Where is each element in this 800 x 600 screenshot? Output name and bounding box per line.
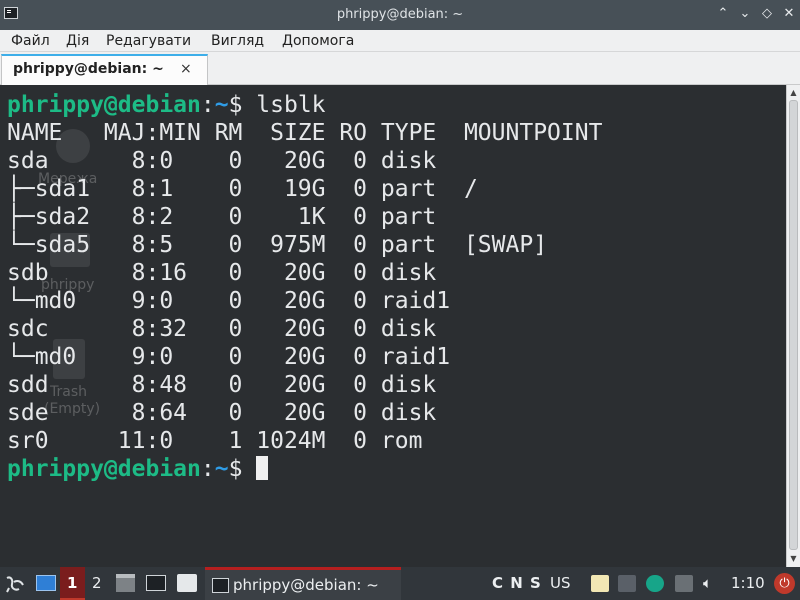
terminal-view[interactable]: Мережа phrippy Trash (Empty) phrippy@deb…	[0, 85, 786, 567]
desktop-switch-1[interactable]: 1	[60, 567, 85, 600]
output-line: sdd 8:48 0 20G 0 disk	[7, 372, 437, 398]
title-bar[interactable]: phrippy@debian: ~ ⌃ ⌄ ◇ ✕	[0, 0, 800, 30]
output-line: sde 8:64 0 20G 0 disk	[7, 400, 437, 426]
terminal-icon	[212, 578, 229, 593]
text-editor-icon[interactable]	[177, 574, 197, 592]
menu-file[interactable]: Файл	[11, 32, 50, 49]
output-line: └─sda5 8:5 0 975M 0 part [SWAP]	[7, 232, 548, 258]
prompt-path: ~	[214, 456, 229, 482]
keyboard-layout[interactable]: US	[550, 574, 571, 600]
removable-media-icon[interactable]	[675, 575, 693, 592]
menu-help[interactable]: Допомога	[282, 32, 354, 49]
menu-view[interactable]: Вигляд	[211, 32, 264, 49]
tab-terminal[interactable]: phrippy@debian: ~ ×	[1, 54, 208, 85]
lock-key-indicators: C N S	[492, 574, 542, 592]
output-line: ├─sda1 8:1 0 19G 0 part /	[7, 176, 478, 202]
window-title: phrippy@debian: ~	[336, 7, 464, 22]
tab-bar: phrippy@debian: ~ ×	[0, 52, 800, 85]
tab-label: phrippy@debian: ~	[13, 61, 164, 77]
scroll-down-icon[interactable]: ▼	[787, 552, 800, 565]
terminal-launcher-icon[interactable]	[146, 575, 166, 591]
menu-action[interactable]: Дія	[66, 32, 89, 49]
power-icon[interactable]: ⏻	[774, 573, 795, 594]
clock[interactable]: 1:10	[731, 574, 765, 600]
prompt-user: phrippy@debian	[7, 92, 201, 118]
menu-bar: Файл Дія Редагувати Вигляд Допомога	[0, 30, 800, 52]
show-desktop-icon[interactable]	[36, 575, 56, 591]
volume-icon[interactable]: 🔈︎	[703, 574, 712, 600]
file-manager-icon[interactable]	[116, 574, 135, 592]
output-line: sdc 8:32 0 20G 0 disk	[7, 316, 437, 342]
scrollbar-thumb[interactable]	[789, 100, 798, 550]
taskbar-window-terminal[interactable]: phrippy@debian: ~	[205, 567, 401, 600]
command-text: lsblk	[256, 92, 326, 118]
desktop-switch-2[interactable]: 2	[92, 574, 102, 600]
prompt-path: ~	[214, 92, 229, 118]
tab-close-icon[interactable]: ×	[180, 61, 192, 77]
output-line: sda 8:0 0 20G 0 disk	[7, 148, 437, 174]
shade-button[interactable]: ⌃	[714, 5, 732, 23]
menu-edit[interactable]: Редагувати	[106, 32, 191, 49]
output-line: ├─sda2 8:2 0 1K 0 part	[7, 204, 437, 230]
output-line: NAME MAJ:MIN RM SIZE RO TYPE MOUNTPOINT	[7, 120, 603, 146]
terminal-output: phrippy@debian:~$ lsblk NAME MAJ:MIN RM …	[7, 92, 603, 482]
clipboard-icon[interactable]	[591, 575, 609, 592]
text-cursor	[256, 456, 269, 480]
taskbar: 1 2 phrippy@debian: ~ C N S US 🔈︎ 1:10 ⏻	[0, 567, 800, 600]
lxqt-menu-icon[interactable]	[5, 574, 27, 594]
taskbar-window-label: phrippy@debian: ~	[233, 576, 379, 594]
output-line: sdb 8:16 0 20G 0 disk	[7, 260, 437, 286]
output-line: └─md0 9:0 0 20G 0 raid1	[7, 288, 451, 314]
terminal-scrollbar[interactable]: ▲ ▼	[786, 85, 800, 567]
prompt-user: phrippy@debian	[7, 456, 201, 482]
close-button[interactable]: ✕	[780, 5, 798, 23]
network-tray-icon[interactable]	[646, 575, 664, 592]
output-line: └─md0 9:0 0 20G 0 raid1	[7, 344, 451, 370]
notifications-icon[interactable]	[618, 575, 636, 592]
scroll-up-icon[interactable]: ▲	[787, 86, 800, 99]
maximize-button[interactable]: ◇	[758, 5, 776, 23]
minimize-button[interactable]: ⌄	[736, 5, 754, 23]
output-line: sr0 11:0 1 1024M 0 rom	[7, 428, 423, 454]
